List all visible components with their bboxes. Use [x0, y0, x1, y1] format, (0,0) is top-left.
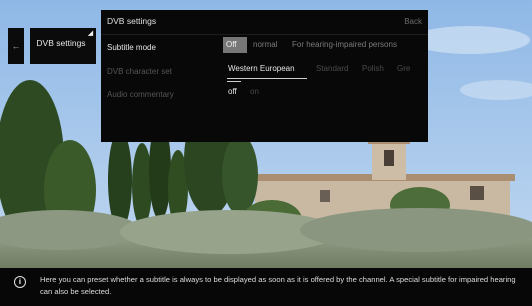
charset-option-standard[interactable]: Standard — [313, 61, 351, 77]
breadcrumb-back-button[interactable]: ← — [8, 28, 24, 64]
audio-commentary-label: Audio commentary — [107, 90, 174, 99]
arrow-corner-icon: ◢ — [87, 30, 94, 37]
dvb-settings-panel: DVB settings Back Subtitle mode Off norm… — [101, 10, 428, 142]
audio-commentary-option-on[interactable]: on — [247, 84, 262, 100]
dvb-character-set-label: DVB character set — [107, 67, 172, 76]
info-bar: i Here you can preset whether a subtitle… — [0, 268, 532, 306]
breadcrumb-label: DVB settings — [36, 38, 86, 48]
subtitle-mode-option-normal[interactable]: normal — [250, 37, 280, 53]
info-text: Here you can preset whether a subtitle i… — [40, 275, 516, 296]
panel-title: DVB settings — [107, 16, 157, 26]
subtitle-mode-label: Subtitle mode — [107, 43, 156, 52]
audio-commentary-option-off[interactable]: off — [225, 84, 240, 100]
charset-option-greek[interactable]: Gre — [394, 61, 413, 77]
subtitle-mode-option-off[interactable]: Off — [223, 37, 247, 53]
divider — [101, 34, 428, 35]
subtitle-mode-option-hearing-impaired[interactable]: For hearing-impaired persons — [289, 37, 400, 53]
breadcrumb-dvb-settings[interactable]: DVB settings ◢ — [30, 28, 96, 64]
info-icon: i — [14, 276, 26, 288]
charset-option-western-european[interactable]: Western European — [225, 61, 298, 77]
audio-selected-marker — [227, 81, 241, 82]
charset-option-polish[interactable]: Polish — [359, 61, 387, 77]
back-button[interactable]: Back — [404, 17, 422, 26]
charset-selected-underline — [227, 78, 307, 79]
